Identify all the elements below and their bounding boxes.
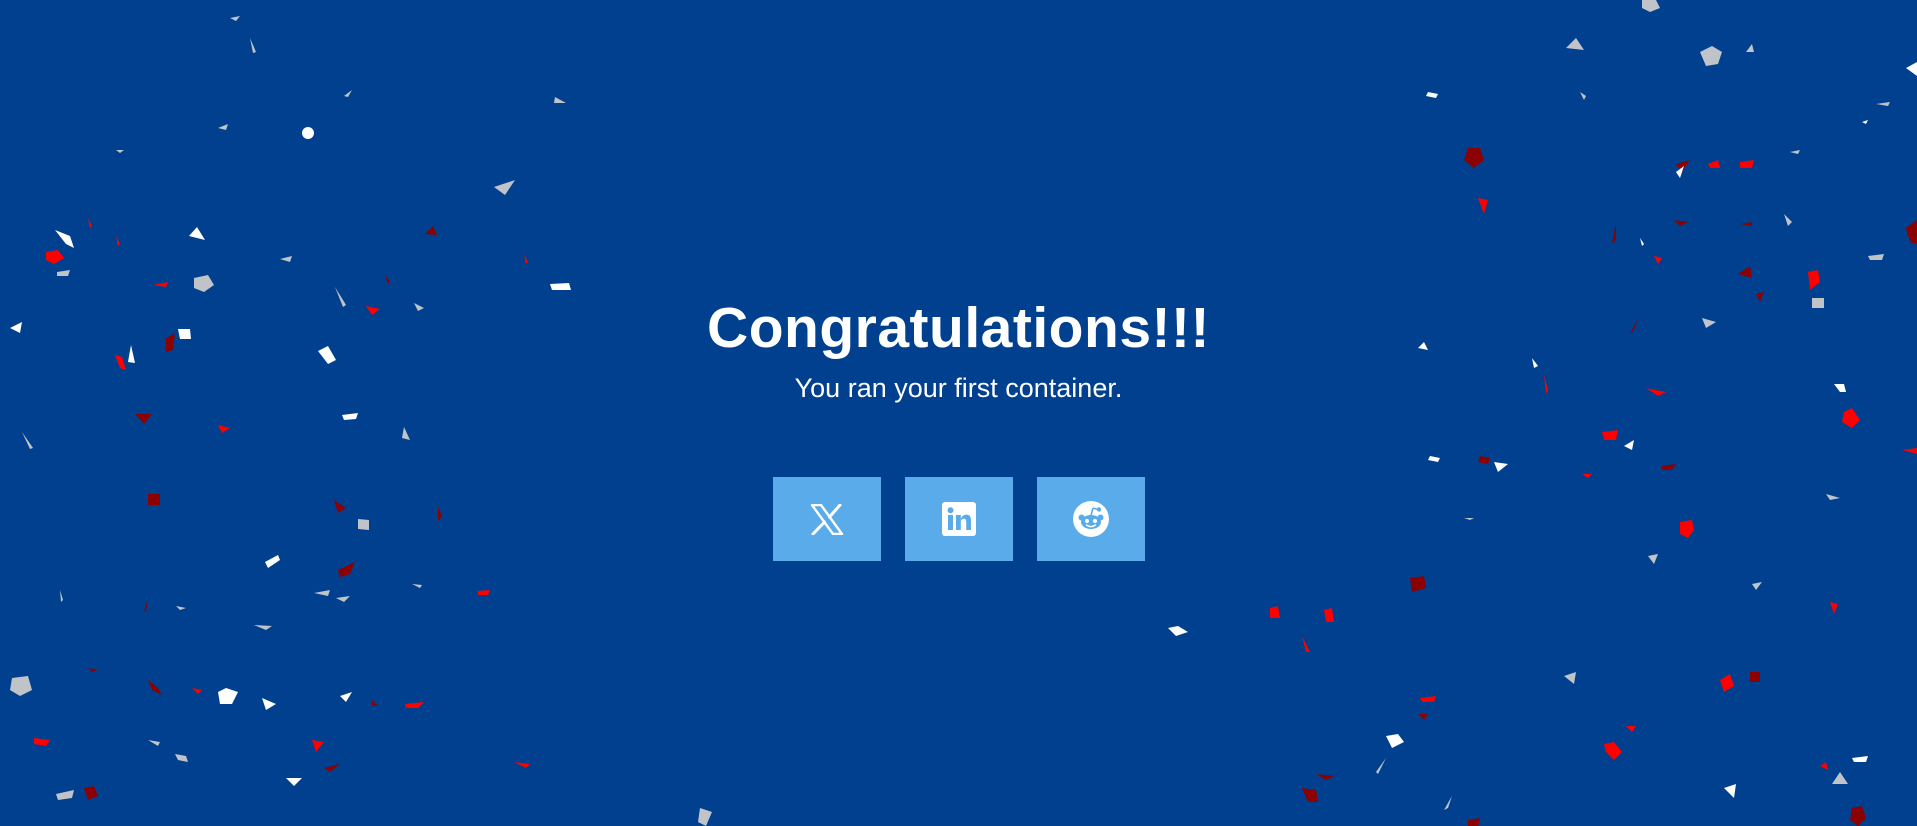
x-logo-icon [810, 503, 843, 535]
reddit-logo-icon [1072, 501, 1109, 537]
linkedin-logo-icon [941, 502, 976, 536]
share-reddit-button[interactable] [1036, 477, 1145, 561]
share-buttons [0, 477, 1917, 561]
share-linkedin-button[interactable] [904, 477, 1013, 561]
page-subtitle: You ran your first container. [794, 373, 1123, 403]
page-title: Congratulations!!! [707, 296, 1210, 360]
main-content: Congratulations!!! You ran your first co… [0, 290, 1917, 561]
share-x-button[interactable] [772, 477, 881, 561]
